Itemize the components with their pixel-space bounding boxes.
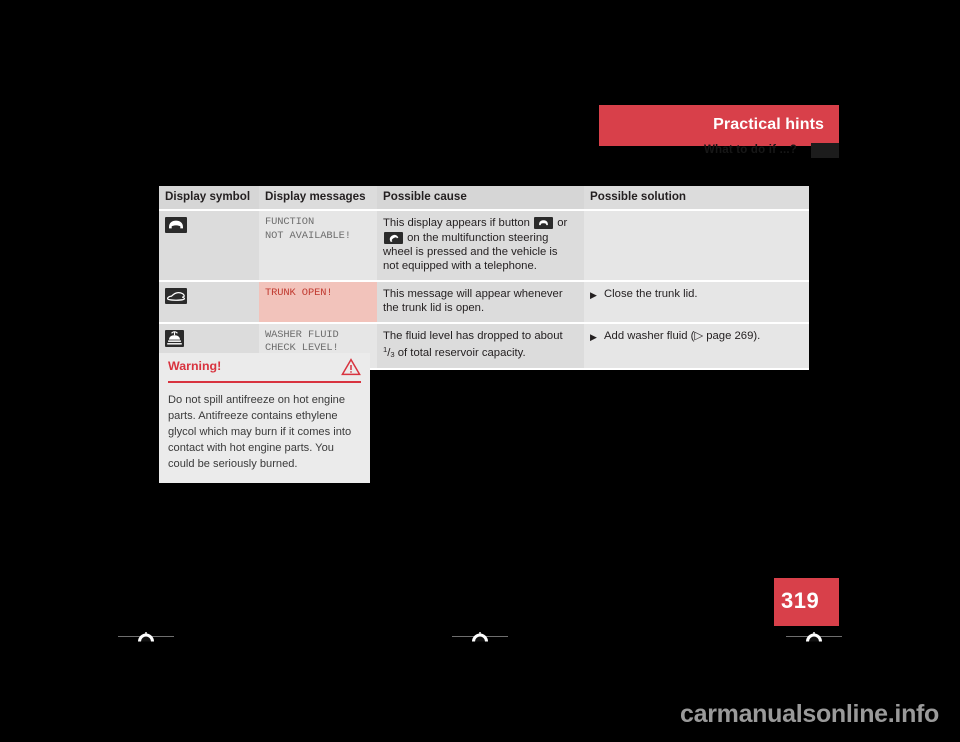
registration-dome-icon [804,629,824,642]
cause-text-part-3: on the multifunction steering wheel is p… [383,231,558,273]
message-text: WASHER FLUID CHECK LEVEL! [265,328,339,355]
cell-possible-cause: The fluid level has dropped to about 1/3… [377,323,584,369]
registration-dome-icon [136,629,156,642]
table-row: TRUNK OPEN! This message will appear whe… [159,281,809,322]
warning-title: Warning! [168,359,222,373]
cell-possible-cause: This display appears if button or on the… [377,211,584,280]
display-messages-table: Display symbol Display messages Possible… [159,186,809,371]
crop-mark-middle [452,628,508,642]
solution-bullet-line: ▶ Close the trunk lid. [590,287,801,302]
column-header-possible-cause: Possible cause [377,186,584,210]
table-header-row: Display symbol Display messages Possible… [159,186,809,210]
fraction-one-third: 1/3 [383,345,395,360]
warning-body-text: Do not spill antifreeze on hot engine pa… [168,393,352,470]
fraction-numerator: 1 [383,345,388,355]
solution-text: Close the trunk lid. [604,287,698,300]
column-header-display-symbol: Display symbol [159,186,259,210]
phone-hangup-icon [165,217,187,234]
registration-dome-icon [470,629,490,642]
message-text: FUNCTION NOT AVAILABLE! [265,216,351,242]
column-header-possible-solution: Possible solution [584,186,809,210]
cause-text: This message will appear whenever the tr… [383,287,563,315]
cause-text-prefix: The fluid level has dropped to about [383,329,563,342]
manual-page: Practical hints What to do if ...? Displ… [0,0,960,742]
page-number: 319 [781,588,820,613]
phone-hangup-icon [534,217,554,230]
crop-mark-left [118,628,174,642]
warning-box: Warning! Do not spill antifreeze on hot … [159,353,370,483]
cell-possible-cause: This message will appear whenever the tr… [377,281,584,322]
solution-bullet-line: ▶ Add washer fluid (▷ page 269). [590,329,801,344]
cause-text-part-2: or [554,217,568,230]
site-watermark: carmanualsonline.info [680,700,940,728]
warning-header: Warning! [159,353,370,381]
cause-text: This display appears if button or on the… [383,216,576,274]
column-header-display-messages: Display messages [259,186,377,210]
cause-text-suffix: of total reservoir capacity. [394,347,526,360]
section-header: What to do if ...? [599,143,839,159]
chapter-header-band: Practical hints [599,105,839,146]
trunk-open-icon [165,287,187,304]
section-title: What to do if ...? [703,144,797,156]
solution-text: Add washer fluid (▷ page 269). [604,329,761,342]
warning-triangle-icon [341,358,361,381]
bullet-glyph-icon: ▶ [590,289,597,300]
phone-pickup-icon [384,231,403,244]
cause-text-part-1: This display appears if button [383,217,534,230]
cell-display-message: TRUNK OPEN! [259,281,377,322]
washer-fluid-icon [165,329,184,347]
cell-possible-solution [584,211,809,280]
cell-display-symbol [159,281,259,322]
cell-display-symbol [159,211,259,280]
table-row: FUNCTION NOT AVAILABLE! This display app… [159,211,809,280]
cell-display-message: FUNCTION NOT AVAILABLE! [259,211,377,280]
cell-possible-solution: ▶ Close the trunk lid. [584,281,809,322]
crop-mark-right [786,628,842,642]
section-tab-marker [811,143,839,158]
chapter-title: Practical hints [713,116,824,133]
bullet-glyph-icon: ▶ [590,331,597,342]
cause-text: The fluid level has dropped to about 1/3… [383,329,576,363]
page-number-block: 319 [774,578,839,626]
cell-possible-solution: ▶ Add washer fluid (▷ page 269). [584,323,809,369]
message-text: TRUNK OPEN! [265,286,333,299]
